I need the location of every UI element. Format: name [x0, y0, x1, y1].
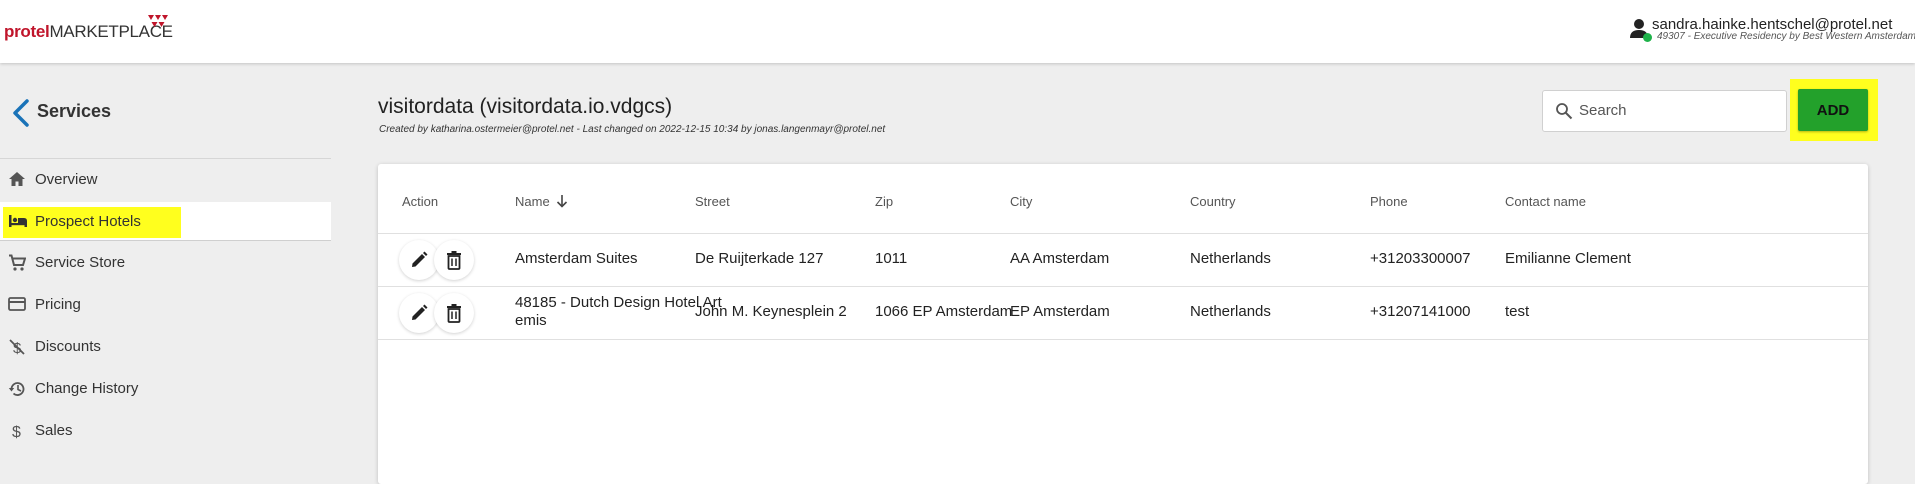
dollar-icon: $	[12, 424, 21, 440]
cell-zip: 1066 EP Amsterdam	[875, 303, 1013, 320]
sidebar-item-overview[interactable]: Overview	[0, 160, 331, 198]
cell-city: AA Amsterdam	[1010, 250, 1110, 267]
cell-phone: +31203300007	[1370, 250, 1471, 267]
sidebar-item-service-store[interactable]: Service Store	[0, 243, 331, 281]
cell-country: Netherlands	[1190, 303, 1271, 320]
cart-icon	[9, 254, 26, 271]
table-row: Amsterdam Suites De Ruijterkade 127 1011…	[378, 234, 1868, 286]
search-input[interactable]	[1579, 102, 1769, 119]
svg-text:$: $	[12, 424, 21, 440]
table-row: 48185 - Dutch Design Hotel Art emis John…	[378, 287, 1868, 339]
cell-zip: 1011	[875, 250, 908, 267]
column-header-contact-name[interactable]: Contact name	[1505, 194, 1586, 209]
sidebar-item-label: Discounts	[35, 338, 101, 355]
hotel-bed-icon	[9, 215, 27, 227]
home-icon	[9, 172, 25, 186]
cell-contact-name: test	[1505, 303, 1530, 320]
page-meta: Created by katharina.ostermeier@protel.n…	[379, 124, 886, 135]
sidebar-title: Services	[37, 101, 112, 121]
sidebar-item-prospect-hotels[interactable]: Prospect Hotels	[0, 202, 331, 241]
history-icon	[8, 382, 25, 396]
search-icon	[1556, 103, 1573, 120]
sidebar-item-label: Overview	[35, 171, 98, 188]
sidebar-item-label: Pricing	[35, 296, 81, 313]
user-hotel: 49307 - Executive Residency by Best West…	[1657, 31, 1915, 42]
cell-street: De Ruijterkade 127	[695, 250, 824, 267]
column-header-action: Action	[402, 194, 439, 209]
online-status-dot	[1643, 33, 1652, 42]
delete-button[interactable]	[434, 240, 474, 280]
sidebar-header: Services	[0, 63, 331, 159]
sidebar-item-label: Service Store	[35, 254, 126, 271]
search-box[interactable]	[1542, 90, 1787, 132]
column-header-name[interactable]: Name	[515, 194, 568, 209]
trash-icon	[447, 251, 461, 270]
cell-name: Amsterdam Suites	[515, 250, 638, 267]
sidebar: Services Overview Prospect Hotels Servic…	[0, 63, 331, 474]
column-header-phone[interactable]: Phone	[1370, 194, 1408, 209]
divider	[378, 339, 1868, 340]
column-header-label: Name	[515, 194, 550, 209]
logo-triangles-icon	[148, 15, 168, 27]
pencil-icon	[412, 251, 428, 267]
edit-button[interactable]	[399, 240, 439, 280]
page-title: visitordata (visitordata.io.vdgcs)	[378, 95, 673, 118]
credit-card-icon	[8, 297, 26, 311]
column-header-country[interactable]: Country	[1190, 194, 1236, 209]
sidebar-item-label: Sales	[35, 422, 73, 439]
cell-country: Netherlands	[1190, 250, 1271, 267]
column-header-zip[interactable]: Zip	[875, 194, 893, 209]
cell-city: EP Amsterdam	[1010, 303, 1110, 320]
delete-button[interactable]	[434, 293, 474, 333]
pencil-icon	[412, 304, 428, 320]
column-header-city[interactable]: City	[1010, 194, 1032, 209]
sidebar-item-label: Prospect Hotels	[35, 213, 141, 230]
logo-brand: protel	[4, 22, 50, 41]
cell-phone: +31207141000	[1370, 303, 1471, 320]
column-header-street[interactable]: Street	[695, 194, 730, 209]
add-button[interactable]: ADD	[1798, 89, 1868, 131]
cell-street: John M. Keynesplein 2	[695, 303, 847, 320]
sidebar-item-discounts[interactable]: $ Discounts	[0, 327, 331, 365]
top-bar: protelMARKETPLACE sandra.hainke.hentsche…	[0, 0, 1915, 63]
main-content: visitordata (visitordata.io.vdgcs) Creat…	[331, 63, 1915, 484]
sidebar-item-label: Change History	[35, 380, 139, 397]
cell-contact-name: Emilianne Clement	[1505, 250, 1631, 267]
sidebar-item-sales[interactable]: $ Sales	[0, 411, 331, 449]
money-off-icon: $	[9, 339, 25, 356]
chevron-left-icon[interactable]	[10, 98, 32, 128]
user-menu[interactable]: sandra.hainke.hentschel@protel.net 49307…	[1625, 16, 1915, 50]
arrow-down-icon	[556, 195, 567, 208]
sidebar-item-pricing[interactable]: Pricing	[0, 285, 331, 323]
prospect-hotels-table: Action Name Street Zip City Country Phon…	[378, 164, 1868, 484]
edit-button[interactable]	[399, 293, 439, 333]
trash-icon	[447, 304, 461, 323]
sidebar-item-change-history[interactable]: Change History	[0, 369, 331, 407]
